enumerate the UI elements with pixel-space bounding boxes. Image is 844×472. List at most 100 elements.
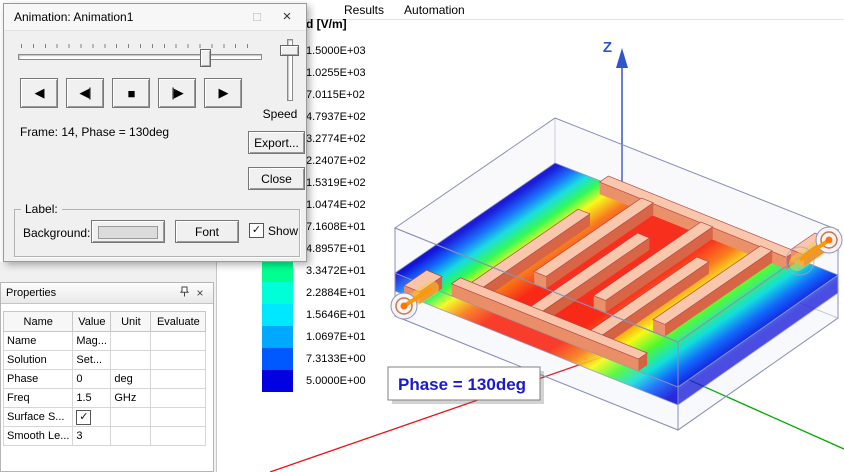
label-groupbox: Label: Background: Font ✓ Show — [14, 202, 300, 257]
play-forward-button[interactable]: ▶ — [204, 78, 242, 108]
property-checkbox[interactable]: ✓ — [76, 409, 92, 425]
property-unit: GHz — [110, 388, 152, 408]
speed-slider-thumb[interactable] — [280, 45, 299, 56]
property-value[interactable]: 3 — [72, 426, 112, 446]
legend-value: 7.0115E+02 — [306, 89, 365, 101]
export-button[interactable]: Export... — [248, 131, 305, 154]
legend-value: 3.3472E+01 — [306, 265, 366, 277]
properties-dock: Properties × Name Value Unit Evaluate Name Ma… — [0, 262, 217, 472]
legend-value: 4.7937E+02 — [306, 111, 366, 123]
legend-value: 5.0000E+00 — [306, 375, 366, 387]
speed-slider[interactable] — [272, 37, 302, 103]
frame-slider-thumb[interactable] — [200, 49, 211, 67]
z-axis-label: Z — [603, 39, 612, 56]
properties-panel-title: Properties — [6, 287, 57, 299]
legend-value: 2.2884E+01 — [306, 287, 366, 299]
label-groupbox-legend: Label: — [21, 202, 62, 216]
legend-entry: 2.2884E+01 — [262, 282, 366, 304]
legend-entry: 1.5646E+01 — [262, 304, 366, 326]
legend-entry: 3.3472E+01 — [262, 260, 366, 282]
background-label: Background: — [23, 226, 91, 240]
property-name: Name — [2, 331, 74, 351]
legend-value: 7.3133E+00 — [306, 353, 366, 365]
close-panel-icon[interactable]: × — [192, 284, 208, 302]
property-row: Phase 0 deg — [2, 369, 207, 389]
legend-value: 1.5000E+03 — [306, 45, 366, 57]
property-value[interactable]: Set... — [72, 350, 112, 370]
background-color-button[interactable] — [91, 220, 165, 243]
property-unit — [110, 426, 152, 446]
property-row: Surface S... ✓ — [2, 407, 207, 427]
close-button[interactable]: Close — [248, 167, 305, 190]
property-unit — [110, 350, 152, 370]
frame-slider[interactable] — [18, 42, 262, 67]
property-value[interactable]: 0 — [72, 369, 112, 389]
properties-panel-header[interactable]: Properties × — [1, 283, 213, 304]
property-name: Surface S... — [2, 407, 74, 427]
property-evaluate — [150, 407, 207, 427]
legend-color-swatch — [262, 282, 293, 304]
property-name: Phase — [2, 369, 74, 389]
font-button[interactable]: Font — [175, 220, 239, 243]
legend-color-swatch — [262, 260, 293, 282]
maximize-icon[interactable]: □ — [242, 4, 272, 30]
playback-controls: ◀ ◀| ■ |▶ ▶ — [20, 78, 242, 108]
play-reverse-button[interactable]: ◀ — [20, 78, 58, 108]
legend-value: 1.5646E+01 — [306, 309, 366, 321]
property-name: Solution — [2, 350, 74, 370]
legend-value: 3.2774E+02 — [306, 133, 366, 145]
property-name: Freq — [2, 388, 74, 408]
property-unit: deg — [110, 369, 152, 389]
column-header-unit: Unit — [110, 311, 152, 332]
legend-color-swatch — [262, 348, 293, 370]
column-header-value: Value — [72, 311, 112, 332]
property-value[interactable]: Mag... — [72, 331, 112, 351]
property-evaluate — [150, 350, 207, 370]
show-checkbox-label: Show — [268, 223, 299, 238]
legend-entry: 7.3133E+00 — [262, 348, 366, 370]
property-row: Freq 1.5 GHz — [2, 388, 207, 408]
menu-item-results[interactable]: Results — [334, 3, 394, 17]
legend-value: 1.0474E+02 — [306, 199, 366, 211]
properties-table: Name Value Unit Evaluate Name Mag... Solution S… — [2, 311, 207, 446]
phase-annotation-text: Phase = 130deg — [398, 375, 526, 394]
property-row: Smooth Le... 3 — [2, 426, 207, 446]
dialog-title: Animation: Animation1 — [14, 10, 134, 24]
show-checkbox[interactable]: ✓ — [249, 223, 264, 238]
property-evaluate — [150, 388, 207, 408]
stop-button[interactable]: ■ — [112, 78, 150, 108]
background-color-well — [98, 225, 158, 239]
property-row: Name Mag... — [2, 331, 207, 351]
properties-panel: Properties × Name Value Unit Evaluate Name Ma… — [0, 282, 214, 472]
property-value[interactable]: ✓ — [72, 407, 112, 427]
frame-slider-ticks — [21, 44, 259, 48]
menu-bar: Results Automation — [307, 0, 844, 20]
step-back-button[interactable]: ◀| — [66, 78, 104, 108]
legend-value: 1.0697E+01 — [306, 331, 366, 343]
legend-entry: 1.0697E+01 — [262, 326, 366, 348]
legend-value: 4.8957E+01 — [306, 243, 366, 255]
z-axis-arrowhead — [616, 48, 628, 68]
column-header-name: Name — [2, 311, 74, 332]
menu-item-automation[interactable]: Automation — [394, 3, 475, 17]
frame-slider-track[interactable] — [18, 54, 262, 60]
step-forward-button[interactable]: |▶ — [158, 78, 196, 108]
animation-dialog: Animation: Animation1 □ × Speed ◀ ◀| ■ |▶ ▶ … — [3, 3, 307, 262]
legend-color-swatch — [262, 326, 293, 348]
frame-status-text: Frame: 14, Phase = 130deg — [20, 125, 170, 139]
dialog-titlebar[interactable]: Animation: Animation1 □ × — [4, 4, 306, 31]
property-row: Solution Set... — [2, 350, 207, 370]
legend-value: 1.5319E+02 — [306, 177, 366, 189]
property-evaluate — [150, 369, 207, 389]
property-unit — [110, 331, 152, 351]
legend-value: 1.0255E+03 — [306, 67, 366, 79]
speed-label: Speed — [262, 107, 298, 121]
property-value[interactable]: 1.5 — [72, 388, 112, 408]
property-evaluate — [150, 426, 207, 446]
property-name: Smooth Le... — [2, 426, 74, 446]
legend-entry: 5.0000E+00 — [262, 370, 366, 392]
legend-color-swatch — [262, 370, 293, 392]
pin-icon[interactable] — [176, 284, 192, 302]
legend-title: d [V/m] — [306, 17, 347, 31]
close-icon[interactable]: × — [272, 4, 302, 30]
